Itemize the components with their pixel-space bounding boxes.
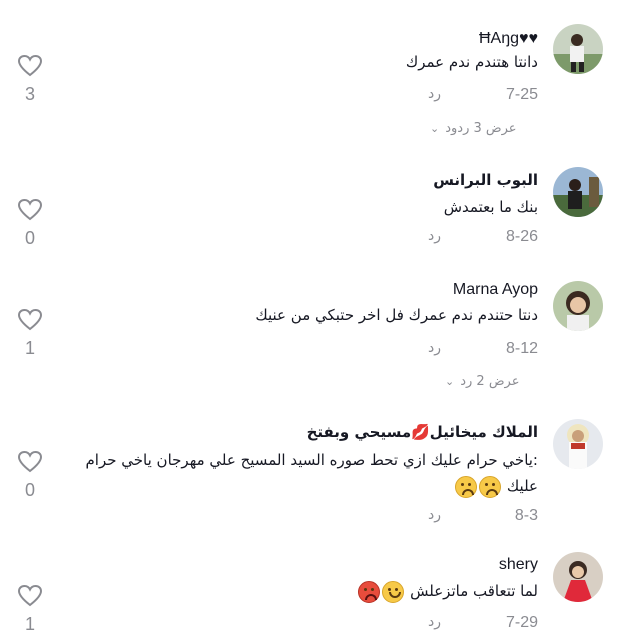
comment-text: بنك ما بعتمدش	[443, 198, 538, 216]
smiling-face-emoji-icon	[382, 580, 405, 603]
avatar[interactable]	[553, 24, 603, 74]
avatar[interactable]	[553, 167, 603, 217]
comment-meta: رد 7-29	[428, 614, 538, 634]
view-replies-button[interactable]: ⌄ عرض 2 رد	[445, 374, 519, 389]
avatar[interactable]	[553, 419, 603, 469]
heart-outline-icon	[17, 450, 43, 473]
avatar[interactable]	[553, 552, 603, 602]
like-count: 1	[24, 338, 35, 358]
reply-button[interactable]: رد	[428, 86, 441, 102]
comment-text-line: :ياخي حرام عليك ازي تحط صوره السيد المسي…	[85, 451, 539, 469]
heart-outline-icon	[17, 54, 43, 77]
reply-button[interactable]: رد	[428, 228, 441, 244]
comment-username[interactable]: البوب البرانس	[433, 171, 538, 189]
view-replies-label: عرض 2 رد	[460, 374, 520, 389]
reply-button[interactable]: رد	[428, 507, 441, 523]
sad-face-emoji-icon	[455, 475, 478, 498]
like-button[interactable]: 1	[16, 308, 44, 359]
view-replies-label: عرض 3 ردود	[445, 121, 517, 136]
comment-text: دانتا هتندم ندم عمرك	[405, 53, 538, 71]
like-button[interactable]: 0	[16, 198, 44, 249]
comment-text-fragment: عليك	[506, 477, 538, 495]
avatar[interactable]	[553, 281, 603, 331]
comment-date: 7-25	[505, 86, 538, 103]
view-replies-button[interactable]: ⌄ عرض 3 ردود	[430, 121, 517, 136]
comment-date: 8-12	[505, 340, 538, 357]
chevron-down-icon: ⌄	[445, 375, 455, 388]
comment-text: دنتا حتندم ندم عمرك فل اخر حتبكي من عنيك	[255, 306, 538, 324]
reply-button[interactable]: رد	[428, 340, 441, 356]
comment-username[interactable]: الملاك ميخائيل💋مسيحي وبفتخ	[307, 423, 538, 441]
comment-text: لما تتعاقب ماتزعلش	[357, 578, 538, 604]
like-button[interactable]: 0	[16, 450, 44, 501]
comment-date: 7-29	[505, 614, 538, 631]
comment-username[interactable]: Marna Ayop	[453, 281, 538, 299]
comment-date: 8-3	[514, 507, 538, 524]
comment-text-line: عليك	[78, 473, 538, 499]
comment-meta: رد 8-3	[428, 507, 538, 527]
like-count: 0	[24, 480, 35, 500]
chevron-down-icon: ⌄	[430, 122, 440, 135]
comment-text-fragment: لما تتعاقب ماتزعلش	[410, 582, 538, 600]
comment-text: :ياخي حرام عليك ازي تحط صوره السيد المسي…	[78, 447, 538, 499]
like-count: 0	[24, 228, 35, 248]
comment-username[interactable]: ♥♥ĦAŋg	[479, 30, 538, 48]
like-count: 1	[24, 614, 35, 634]
comment-date: 8-26	[505, 228, 538, 245]
like-button[interactable]: 3	[16, 54, 44, 105]
comment-meta: رد 7-25	[428, 86, 538, 106]
comment-meta: رد 8-26	[428, 228, 538, 248]
like-count: 3	[24, 84, 35, 104]
sad-face-emoji-icon	[479, 475, 502, 498]
heart-outline-icon	[17, 308, 43, 331]
angry-face-emoji-icon	[358, 580, 381, 603]
comment-meta: رد 8-12	[428, 340, 538, 360]
like-button[interactable]: 1	[16, 584, 44, 635]
reply-button[interactable]: رد	[428, 614, 441, 630]
heart-outline-icon	[17, 584, 43, 607]
comment-username[interactable]: shery	[499, 556, 538, 574]
heart-outline-icon	[17, 198, 43, 221]
